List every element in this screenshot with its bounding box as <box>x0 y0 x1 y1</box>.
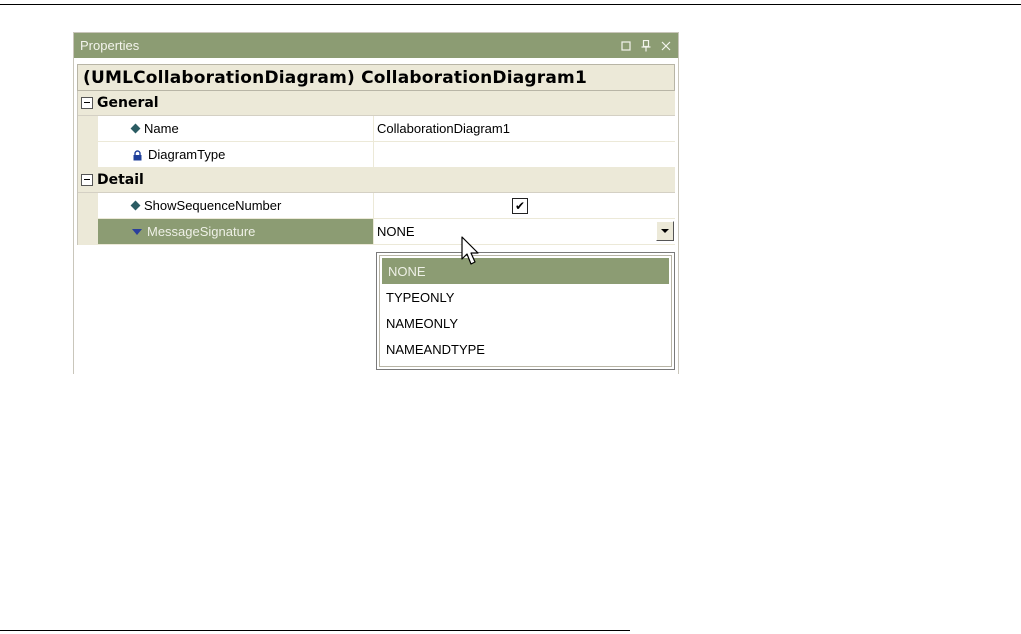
property-row-diagramtype[interactable]: DiagramType <box>78 142 675 168</box>
property-name: ShowSequenceNumber <box>144 198 282 213</box>
dropdown-option[interactable]: NONE <box>381 257 670 285</box>
dropdown-option[interactable]: NAMEONLY <box>380 310 671 336</box>
diamond-icon <box>130 200 141 211</box>
dropdown-option[interactable]: NAMEANDTYPE <box>380 336 671 362</box>
property-name: Name <box>144 121 179 136</box>
bottom-rule <box>0 630 630 631</box>
collapse-icon[interactable] <box>81 97 93 109</box>
panel-title: Properties <box>80 38 140 53</box>
top-rule <box>0 4 1021 5</box>
show-sequence-number-checkbox[interactable]: ✔ <box>512 198 528 214</box>
diamond-icon <box>130 123 141 134</box>
collapse-icon[interactable] <box>81 174 93 186</box>
property-name: MessageSignature <box>147 224 256 239</box>
property-value: ✔ <box>374 193 675 218</box>
property-value-text: CollaborationDiagram1 <box>377 121 510 136</box>
triangle-down-icon <box>132 228 142 235</box>
property-row-messagesignature[interactable]: MessageSignature NONE <box>78 219 675 245</box>
lock-icon <box>132 149 143 161</box>
property-row-showsequencenumber[interactable]: ShowSequenceNumber ✔ <box>78 193 675 219</box>
dropdown-button[interactable] <box>656 221 674 241</box>
titlebar-buttons <box>620 33 672 58</box>
panel-titlebar: Properties <box>74 33 678 58</box>
category-label: General <box>97 95 159 111</box>
dropdown-list: NONE TYPEONLY NAMEONLY NAMEANDTYPE <box>379 255 672 367</box>
property-value[interactable]: CollaborationDiagram1 <box>374 116 675 141</box>
restore-icon[interactable] <box>620 40 632 52</box>
mouse-cursor-icon <box>461 236 479 265</box>
property-value <box>374 142 675 167</box>
message-signature-select[interactable]: NONE <box>374 219 675 244</box>
category-detail[interactable]: Detail <box>78 168 675 193</box>
close-icon[interactable] <box>660 40 672 52</box>
chevron-down-icon <box>661 229 669 233</box>
category-general[interactable]: General <box>78 91 675 116</box>
property-row-name[interactable]: Name CollaborationDiagram1 <box>78 116 675 142</box>
property-grid: General Name CollaborationDiagram1 Diagr… <box>77 91 675 245</box>
category-label: Detail <box>97 172 144 188</box>
pin-icon[interactable] <box>640 39 652 52</box>
selected-value: NONE <box>377 224 415 239</box>
property-name: DiagramType <box>148 147 226 162</box>
dropdown-option[interactable]: TYPEONLY <box>380 284 671 310</box>
selected-object-header: (UMLCollaborationDiagram) CollaborationD… <box>77 64 675 91</box>
message-signature-dropdown: NONE TYPEONLY NAMEONLY NAMEANDTYPE <box>376 252 675 370</box>
